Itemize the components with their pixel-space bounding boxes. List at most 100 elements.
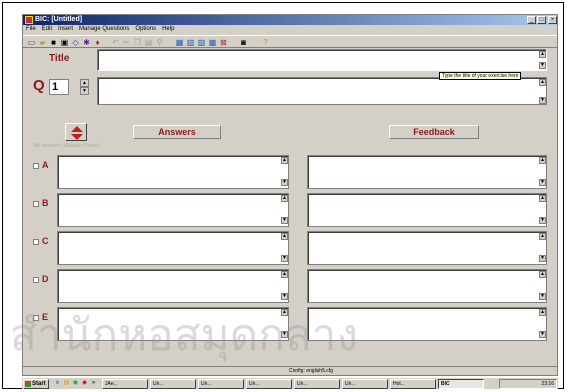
feedback-text-input[interactable]: [307, 269, 547, 303]
taskbar-button[interactable]: BIC: [438, 379, 484, 389]
open-folder-icon[interactable]: ▰: [38, 38, 47, 47]
menu-insert[interactable]: Insert: [58, 25, 73, 34]
web-icon[interactable]: ✱: [82, 38, 91, 47]
save-icon[interactable]: ■: [49, 38, 58, 47]
find-icon[interactable]: ⚲: [155, 38, 164, 47]
pin-icon[interactable]: ♦: [93, 38, 102, 47]
answer-letter: B: [42, 198, 49, 208]
answer-scroll-down-icon[interactable]: ▼: [281, 331, 288, 338]
answer-scroll-down-icon[interactable]: ▼: [281, 217, 288, 224]
feedback-scroll-up-icon[interactable]: ▲: [539, 157, 546, 164]
outlook-icon[interactable]: ◉: [72, 380, 79, 387]
minimize-icon[interactable]: _: [527, 16, 536, 24]
diamond-icon[interactable]: ◇: [71, 38, 80, 47]
question-text-input[interactable]: [97, 77, 547, 105]
feedback-scroll-up-icon[interactable]: ▲: [539, 309, 546, 316]
feedback-text-input[interactable]: [307, 231, 547, 265]
start-button[interactable]: Start: [23, 379, 49, 389]
maximize-icon[interactable]: □: [537, 16, 546, 24]
answer-checkbox[interactable]: [33, 201, 39, 207]
window-title: BIC: [Untitled]: [35, 16, 83, 23]
arrow-down-icon: [71, 134, 83, 140]
cut-icon[interactable]: ✂: [122, 38, 131, 47]
feedback-scroll-up-icon[interactable]: ▲: [539, 271, 546, 278]
taskbar-button[interactable]: JAe...: [102, 379, 148, 389]
question-number-field[interactable]: 1: [49, 79, 69, 95]
answer-scroll-down-icon[interactable]: ▼: [281, 293, 288, 300]
question-spin-up-icon[interactable]: ▲: [80, 79, 89, 87]
feedback-scroll-down-icon[interactable]: ▼: [539, 293, 546, 300]
feedback-header[interactable]: Feedback: [389, 125, 479, 139]
title-scroll-up-icon[interactable]: ▲: [539, 51, 546, 58]
save-as-icon[interactable]: ▣: [60, 38, 69, 47]
answer-checkbox[interactable]: [33, 163, 39, 169]
answers-header[interactable]: Answers: [133, 125, 221, 139]
menu-help[interactable]: Help: [162, 25, 174, 34]
insert-picture-icon[interactable]: ▦: [175, 38, 184, 47]
title-scroll-down-icon[interactable]: ▼: [539, 62, 546, 69]
arrow-up-icon: [71, 126, 83, 132]
mix-answers-option[interactable]: Mix answers (Multiple Choice): [33, 143, 100, 149]
menu-options[interactable]: Options: [135, 25, 156, 34]
feedback-text-input[interactable]: [307, 307, 547, 341]
taskbar-button[interactable]: Un...: [246, 379, 292, 389]
answer-text-input[interactable]: [57, 193, 289, 227]
close-icon[interactable]: ×: [548, 16, 557, 24]
help-icon[interactable]: ?: [261, 38, 270, 47]
toolbar: ▭ ▰ ■ ▣ ◇ ✱ ♦ ↶ ✂ ❐ ▤ ⚲ ▦ ▧ ▨ ▩ ⊠ ◙ ?: [23, 35, 557, 48]
paste-icon[interactable]: ▤: [144, 38, 153, 47]
taskbar-button[interactable]: Un...: [294, 379, 340, 389]
answer-scroll-up-icon[interactable]: ▲: [281, 309, 288, 316]
undo-icon[interactable]: ↶: [111, 38, 120, 47]
preview-icon[interactable]: ◙: [239, 38, 248, 47]
move-answer-button[interactable]: [65, 123, 87, 141]
title-bar: BIC: [Untitled] _ □ ×: [23, 15, 557, 25]
answer-text-input[interactable]: [57, 269, 289, 303]
question-scroll-up-icon[interactable]: ▲: [539, 79, 546, 86]
menu-file[interactable]: File: [26, 25, 36, 34]
insert-media-icon[interactable]: ▨: [197, 38, 206, 47]
answer-scroll-down-icon[interactable]: ▼: [281, 255, 288, 262]
menu-edit[interactable]: Edit: [42, 25, 52, 34]
media-icon[interactable]: ◆: [81, 380, 88, 387]
feedback-scroll-down-icon[interactable]: ▼: [539, 179, 546, 186]
answer-text-input[interactable]: [57, 307, 289, 341]
answer-checkbox[interactable]: [33, 239, 39, 245]
question-scroll-down-icon[interactable]: ▼: [539, 97, 546, 104]
insert-special-icon[interactable]: ⊠: [219, 38, 228, 47]
answer-scroll-down-icon[interactable]: ▼: [281, 179, 288, 186]
answer-checkbox[interactable]: [33, 315, 39, 321]
taskbar-button[interactable]: Un...: [198, 379, 244, 389]
answer-text-input[interactable]: [57, 155, 289, 189]
more-icon[interactable]: »: [90, 380, 97, 387]
feedback-text-input[interactable]: [307, 193, 547, 227]
copy-icon[interactable]: ❐: [133, 38, 142, 47]
answer-letter: A: [42, 160, 49, 170]
feedback-scroll-up-icon[interactable]: ▲: [539, 195, 546, 202]
feedback-scroll-up-icon[interactable]: ▲: [539, 233, 546, 240]
config-status: Config: english5.cfg: [289, 368, 333, 374]
feedback-scroll-down-icon[interactable]: ▼: [539, 217, 546, 224]
answer-text-input[interactable]: [57, 231, 289, 265]
feedback-scroll-down-icon[interactable]: ▼: [539, 331, 546, 338]
feedback-scroll-down-icon[interactable]: ▼: [539, 255, 546, 262]
answer-checkbox[interactable]: [33, 277, 39, 283]
answer-scroll-up-icon[interactable]: ▲: [281, 195, 288, 202]
taskbar-button[interactable]: Un...: [150, 379, 196, 389]
desktop-icon[interactable]: ▤: [63, 380, 70, 387]
answer-scroll-up-icon[interactable]: ▲: [281, 271, 288, 278]
insert-link-icon[interactable]: ▧: [186, 38, 195, 47]
ie-icon[interactable]: e: [54, 380, 61, 387]
menu-manage-questions[interactable]: Manage Questions: [79, 25, 129, 34]
title-input[interactable]: [97, 49, 547, 71]
new-file-icon[interactable]: ▭: [27, 38, 36, 47]
insert-table-icon[interactable]: ▩: [208, 38, 217, 47]
system-tray: 23:16: [499, 379, 557, 389]
taskbar-button[interactable]: Un...: [342, 379, 388, 389]
question-label: Q: [33, 77, 45, 94]
answer-scroll-up-icon[interactable]: ▲: [281, 233, 288, 240]
taskbar-button[interactable]: Hot...: [390, 379, 436, 389]
feedback-text-input[interactable]: [307, 155, 547, 189]
answer-scroll-up-icon[interactable]: ▲: [281, 157, 288, 164]
question-spin-down-icon[interactable]: ▼: [80, 87, 89, 95]
